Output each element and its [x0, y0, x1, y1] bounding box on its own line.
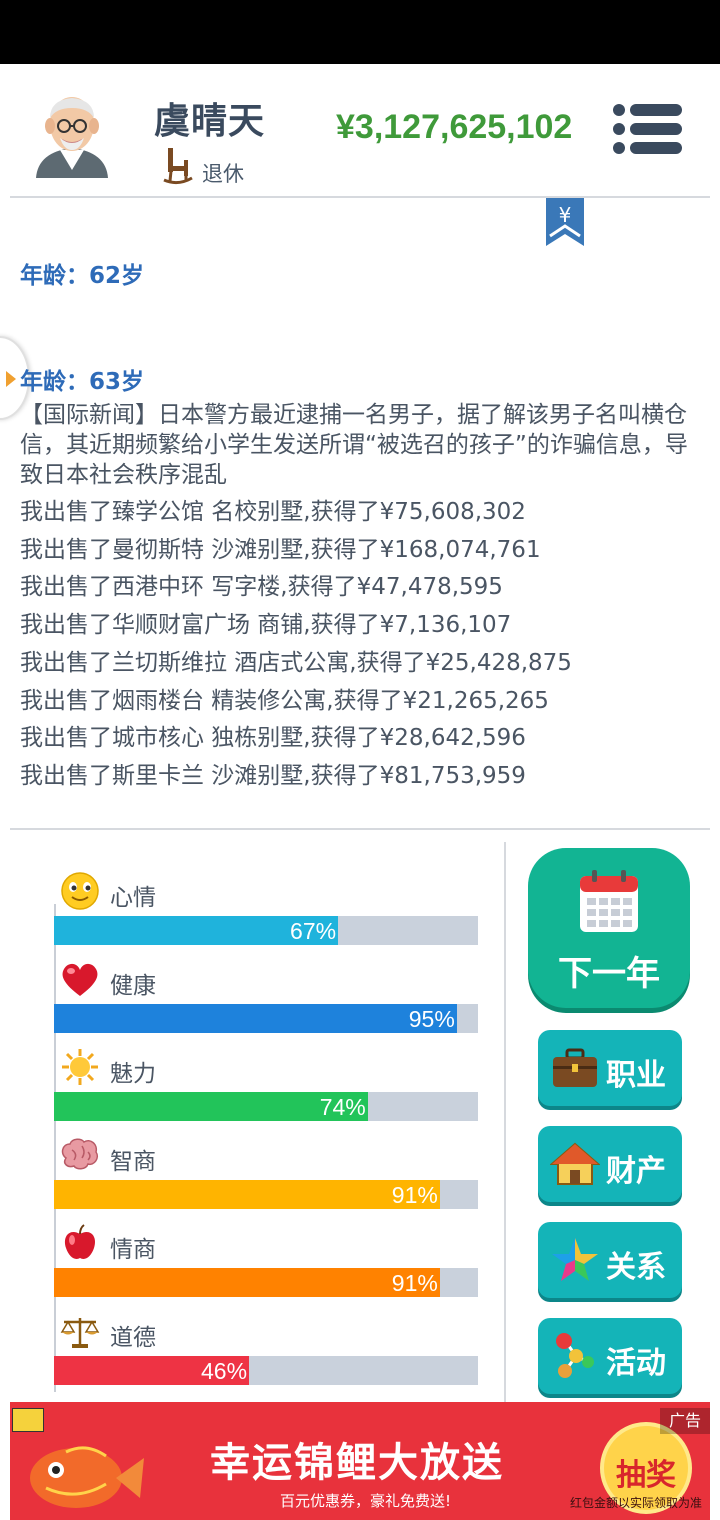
- briefcase-icon: [553, 1048, 597, 1087]
- career-label: 职业: [606, 1058, 666, 1093]
- stat-bar-fill: 91%: [54, 1268, 440, 1297]
- activities-label: 活动: [606, 1346, 666, 1381]
- stat-percent: 74%: [319, 1094, 366, 1120]
- career-button[interactable]: 职业: [538, 1030, 682, 1106]
- money-balance: ¥3,127,625,102: [336, 108, 573, 146]
- event-item: 我出售了烟雨楼台 精装修公寓,获得了¥21,265,265: [20, 687, 549, 714]
- old-man-avatar-icon[interactable]: [30, 86, 114, 182]
- stat-label: 道德: [110, 1325, 156, 1351]
- stat-charm: 魅力 74%: [54, 1048, 478, 1136]
- stat-percent: 91%: [391, 1182, 438, 1208]
- ad-tag: 广告: [660, 1408, 710, 1434]
- property-label: 财产: [606, 1154, 666, 1189]
- life-log[interactable]: 年龄：62岁 年龄：63岁 【国际新闻】日本警方最近逮捕一名男子，据了解该男子名…: [0, 198, 720, 828]
- apple-icon: [64, 1224, 96, 1259]
- stat-label: 健康: [110, 973, 156, 999]
- news-item: 【国际新闻】日本警方最近逮捕一名男子，据了解该男子名叫横仓信，其近期频繁给小学生…: [20, 402, 688, 488]
- sun-icon: [62, 1049, 98, 1085]
- menu-icon[interactable]: [612, 102, 684, 156]
- stat-label: 魅力: [110, 1061, 156, 1087]
- stat-morality: 道德 46%: [54, 1312, 478, 1400]
- bookmark-yuan-icon[interactable]: ¥: [546, 198, 584, 248]
- property-button[interactable]: 财产: [538, 1126, 682, 1202]
- stat-percent: 95%: [408, 1006, 455, 1032]
- stat-percent: 91%: [391, 1270, 438, 1296]
- event-item: 我出售了华顺财富广场 商铺,获得了¥7,136,107: [20, 612, 512, 639]
- ad-draw-label: 抽奖: [616, 1458, 676, 1493]
- status-bar: [0, 0, 720, 64]
- stat-bar-track: 95%: [54, 1004, 478, 1033]
- age-heading: 年龄：62岁: [20, 263, 145, 289]
- brain-icon: [61, 1138, 99, 1170]
- player-name: 虞晴天: [154, 101, 266, 142]
- panel-separator: [504, 842, 506, 1402]
- stat-percent: 46%: [200, 1358, 248, 1384]
- stat-eq: 情商 91%: [54, 1224, 478, 1312]
- rocking-chair-icon: [163, 148, 193, 185]
- relations-button[interactable]: 关系: [538, 1222, 682, 1298]
- event-item: 我出售了兰切斯维拉 酒店式公寓,获得了¥25,428,875: [20, 649, 572, 676]
- scales-icon: [60, 1318, 100, 1348]
- house-icon: [550, 1142, 600, 1185]
- event-item: 我出售了城市核心 独栋别墅,获得了¥28,642,596: [20, 725, 526, 752]
- heart-icon: [62, 963, 98, 996]
- stat-label: 情商: [110, 1237, 156, 1263]
- stat-bar-track: 91%: [54, 1180, 478, 1209]
- stat-bar-fill: 95%: [54, 1004, 457, 1033]
- stat-iq: 智商 91%: [54, 1136, 478, 1224]
- stat-label: 智商: [110, 1149, 156, 1175]
- event-item: 我出售了曼彻斯特 沙滩别墅,获得了¥168,074,761: [20, 536, 541, 563]
- koi-fish-icon: [30, 1446, 144, 1508]
- stat-bar-track: 67%: [54, 916, 478, 945]
- ad-banner[interactable]: 幸运锦鲤大放送 百元优惠券，豪礼免费送! 抽奖 广告 红包金额以实际领取为准: [10, 1402, 710, 1520]
- ad-close-icon[interactable]: [12, 1408, 44, 1432]
- svg-text:¥: ¥: [559, 203, 572, 227]
- stat-label: 心情: [110, 885, 156, 911]
- career-status: 退休: [202, 162, 244, 186]
- stats-divider: [10, 828, 710, 830]
- stat-bar-fill: 67%: [54, 916, 339, 945]
- age-heading: 年龄：63岁: [20, 369, 145, 395]
- star-icon: [552, 1238, 598, 1281]
- stat-bar-fill: 46%: [54, 1356, 250, 1385]
- stat-bar-track: 74%: [54, 1092, 478, 1121]
- next-year-label: 下一年: [558, 954, 660, 994]
- stat-bar-fill: 74%: [54, 1092, 368, 1121]
- stat-bar-track: 46%: [54, 1356, 478, 1385]
- relations-label: 关系: [606, 1250, 666, 1285]
- calendar-icon: [580, 870, 638, 932]
- event-item: 我出售了臻学公馆 名校别墅,获得了¥75,608,302: [20, 499, 526, 525]
- stat-percent: 67%: [290, 918, 337, 944]
- activities-button[interactable]: 活动: [538, 1318, 682, 1394]
- stat-bar-track: 91%: [54, 1268, 478, 1297]
- smiley-icon: [61, 872, 99, 910]
- molecule-icon: [556, 1333, 594, 1378]
- ad-subtitle: 百元优惠券，豪礼免费送!: [280, 1492, 452, 1510]
- chevron-right-icon[interactable]: [4, 370, 18, 388]
- ad-title: 幸运锦鲤大放送: [210, 1440, 504, 1486]
- ad-disclaimer: 红包金额以实际领取为准: [569, 1496, 702, 1510]
- event-item: 我出售了斯里卡兰 沙滩别墅,获得了¥81,753,959: [20, 762, 526, 789]
- event-item: 我出售了西港中环 写字楼,获得了¥47,478,595: [20, 574, 503, 601]
- next-year-button[interactable]: 下一年: [528, 848, 690, 1008]
- stat-mood: 心情 67%: [54, 872, 478, 960]
- player-header: 虞晴天 退休 ¥3,127,625,102: [0, 64, 720, 196]
- stat-bar-fill: 91%: [54, 1180, 440, 1209]
- stat-health: 健康 95%: [54, 960, 478, 1048]
- event-list: 我出售了臻学公馆 名校别墅,获得了¥75,608,302 我出售了曼彻斯特 沙滩…: [20, 494, 710, 796]
